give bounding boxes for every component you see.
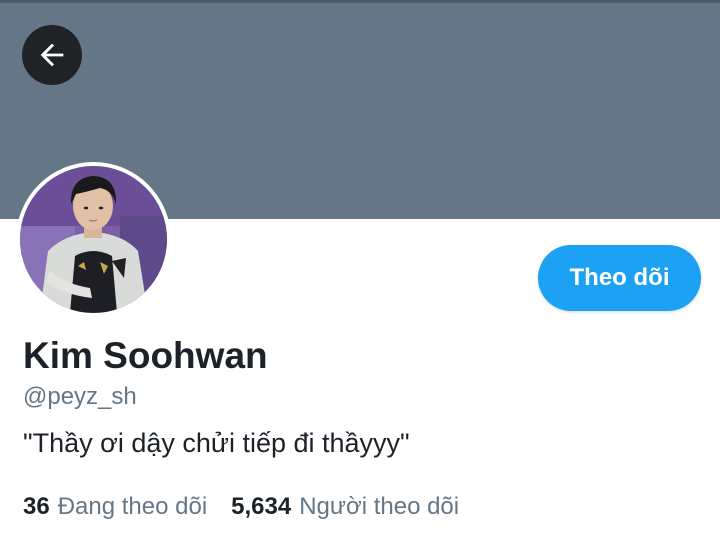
followers-label: Người theo dõi	[299, 493, 460, 520]
profile-bio: "Thầy ơi dậy chửi tiếp đi thầyyy"	[23, 428, 410, 458]
profile-page: Theo dõi Kim Soohwan @peyz_sh "Thầy ơi d…	[0, 0, 720, 547]
status-strip	[0, 0, 720, 3]
following-stat[interactable]: 36 Đang theo dõi	[23, 493, 207, 521]
following-label: Đang theo dõi	[57, 493, 208, 520]
avatar-photo	[20, 166, 167, 313]
follow-button[interactable]: Theo dõi	[538, 245, 701, 311]
back-button[interactable]	[22, 25, 82, 85]
followers-stat[interactable]: 5,634 Người theo dõi	[231, 493, 459, 521]
profile-display-name: Kim Soohwan	[23, 335, 268, 376]
arrow-left-icon	[40, 43, 64, 67]
following-count: 36	[23, 493, 50, 520]
profile-stats: 36 Đang theo dõi 5,634 Người theo dõi	[23, 493, 459, 521]
profile-handle: @peyz_sh	[23, 383, 137, 410]
avatar[interactable]	[16, 162, 171, 317]
followers-count: 5,634	[231, 493, 292, 520]
